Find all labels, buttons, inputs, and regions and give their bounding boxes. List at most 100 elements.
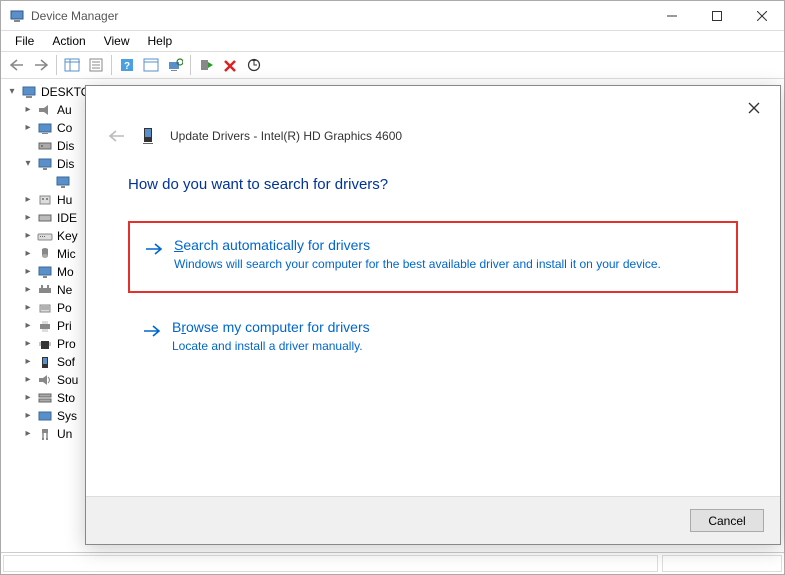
tree-item-label: Dis [57, 155, 74, 173]
properties-button[interactable] [84, 53, 108, 77]
cancel-button[interactable]: Cancel [690, 509, 764, 532]
device-category-icon [37, 138, 53, 154]
device-category-icon [37, 264, 53, 280]
option-desc: Locate and install a driver manually. [172, 338, 724, 355]
menu-help[interactable]: Help [140, 32, 181, 50]
menu-file[interactable]: File [7, 32, 42, 50]
tree-item-label: Un [57, 425, 72, 443]
chevron-icon[interactable]: ▸ [21, 229, 35, 243]
device-category-icon [37, 228, 53, 244]
dialog-body: How do you want to search for drivers? S… [86, 148, 780, 496]
dialog-footer: Cancel [86, 496, 780, 544]
action-button[interactable] [139, 53, 163, 77]
chevron-icon[interactable]: ▸ [21, 409, 35, 423]
tree-item-label: Sou [57, 371, 78, 389]
minimize-button[interactable] [649, 1, 694, 30]
option-title: Search automatically for drivers [174, 237, 722, 253]
back-button[interactable] [5, 53, 29, 77]
option-browse-computer[interactable]: Browse my computer for drivers Locate an… [128, 305, 738, 373]
chevron-down-icon[interactable]: ▾ [5, 85, 19, 99]
tree-item-label: Mo [57, 263, 74, 281]
device-category-icon [37, 318, 53, 334]
option-title: Browse my computer for drivers [172, 319, 724, 335]
device-icon [140, 127, 158, 145]
option-search-automatically[interactable]: Search automatically for drivers Windows… [128, 221, 738, 293]
dialog-close-button[interactable] [736, 94, 772, 122]
tree-item-label: Hu [57, 191, 72, 209]
chevron-icon[interactable]: ▸ [21, 427, 35, 441]
app-icon [9, 8, 25, 24]
chevron-icon[interactable]: ▸ [21, 247, 35, 261]
device-category-icon [37, 372, 53, 388]
tree-item-label: Po [57, 299, 72, 317]
device-category-icon [37, 354, 53, 370]
tree-item-label: Au [57, 101, 72, 119]
forward-button[interactable] [29, 53, 53, 77]
status-cell [3, 555, 658, 572]
device-category-icon [37, 120, 53, 136]
window-title: Device Manager [31, 9, 649, 23]
device-category-icon [37, 336, 53, 352]
status-cell [662, 555, 782, 572]
chevron-icon[interactable]: ▸ [21, 319, 35, 333]
device-category-icon [37, 192, 53, 208]
uninstall-device-button[interactable] [218, 53, 242, 77]
show-hide-tree-button[interactable] [60, 53, 84, 77]
device-category-icon [37, 102, 53, 118]
device-category-icon [37, 282, 53, 298]
tree-item-label: Key [57, 227, 78, 245]
tree-item-label: Ne [57, 281, 72, 299]
chevron-icon[interactable]: ▸ [21, 283, 35, 297]
toolbar-sep [190, 55, 191, 75]
device-category-icon [37, 408, 53, 424]
tree-item-label: Pri [57, 317, 72, 335]
display-adapter-icon [55, 174, 71, 190]
dialog-back-button[interactable] [104, 124, 128, 148]
chevron-icon[interactable]: ▸ [21, 301, 35, 315]
dialog-heading: How do you want to search for drivers? [128, 176, 738, 193]
chevron-icon[interactable]: ▸ [21, 103, 35, 117]
menubar: File Action View Help [1, 31, 784, 51]
maximize-button[interactable] [694, 1, 739, 30]
chevron-icon[interactable]: ▸ [21, 265, 35, 279]
chevron-icon[interactable]: ▸ [21, 121, 35, 135]
computer-icon [21, 84, 37, 100]
statusbar [1, 552, 784, 574]
option-text: Browse my computer for drivers Locate an… [172, 319, 724, 355]
menu-action[interactable]: Action [44, 32, 93, 50]
window-controls [649, 1, 784, 30]
chevron-icon[interactable] [21, 139, 35, 153]
arrow-right-icon [142, 321, 162, 341]
dialog-header: Update Drivers - Intel(R) HD Graphics 46… [86, 86, 780, 148]
chevron-icon[interactable]: ▸ [21, 355, 35, 369]
chevron-icon[interactable]: ▸ [21, 373, 35, 387]
toolbar: ? [1, 51, 784, 79]
option-desc: Windows will search your computer for th… [174, 256, 722, 273]
option-text: Search automatically for drivers Windows… [174, 237, 722, 273]
tree-item-label: Sof [57, 353, 75, 371]
enable-device-button[interactable] [194, 53, 218, 77]
chevron-icon[interactable]: ▾ [21, 157, 35, 171]
arrow-right-icon [144, 239, 164, 259]
chevron-icon[interactable]: ▸ [21, 193, 35, 207]
tree-item-label: Sys [57, 407, 77, 425]
chevron-icon[interactable]: ▸ [21, 391, 35, 405]
tree-item-label: Pro [57, 335, 76, 353]
tree-item-label: Sto [57, 389, 75, 407]
toolbar-sep [111, 55, 112, 75]
scan-hardware-button[interactable] [163, 53, 187, 77]
device-category-icon [37, 246, 53, 262]
device-category-icon [37, 300, 53, 316]
update-driver-button[interactable] [242, 53, 266, 77]
tree-item-label: Dis [57, 137, 74, 155]
update-drivers-dialog: Update Drivers - Intel(R) HD Graphics 46… [85, 85, 781, 545]
help-button[interactable]: ? [115, 53, 139, 77]
device-category-icon [37, 390, 53, 406]
menu-view[interactable]: View [96, 32, 138, 50]
close-button[interactable] [739, 1, 784, 30]
chevron-icon[interactable]: ▸ [21, 337, 35, 351]
device-category-icon [37, 426, 53, 442]
tree-item-label: Co [57, 119, 72, 137]
chevron-icon[interactable]: ▸ [21, 211, 35, 225]
device-category-icon [37, 156, 53, 172]
